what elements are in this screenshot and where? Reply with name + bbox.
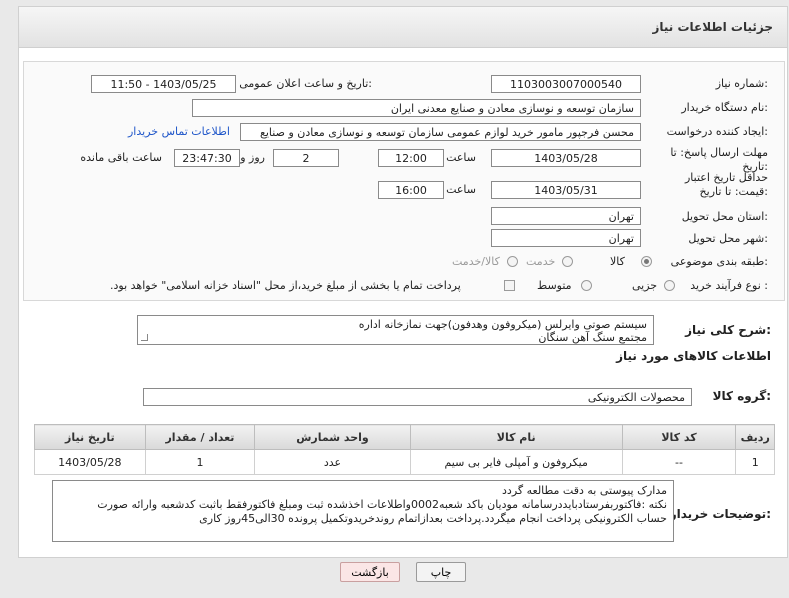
category-goods-label: کالا <box>610 255 625 268</box>
validity-time-label: ساعت <box>446 183 476 196</box>
buyer-notes-label: توضیحات خریدار: <box>669 507 771 521</box>
panel-header: جزئیات اطلاعات نیاز <box>19 7 787 48</box>
col-unit-header: واحد شمارش <box>254 424 411 450</box>
goods-name: میکروفون و آمپلی فایر بی سیم <box>409 449 623 475</box>
buyer-contact-link[interactable]: اطلاعات تماس خریدار <box>128 125 230 138</box>
category-service-label: خدمت <box>526 255 556 268</box>
col-date-header: تاریخ نیاز <box>34 424 146 450</box>
col-qty-header: تعداد / مقدار <box>144 424 256 450</box>
buyer-org-field: سازمان توسعه و نوسازی معادن و صنایع معدن… <box>192 99 641 117</box>
validity-date-field: 1403/05/31 <box>491 181 641 199</box>
col-code-header: کد کالا <box>621 424 737 450</box>
category-goods-service-radio[interactable] <box>507 256 518 267</box>
day-and-label: روز و <box>240 151 265 164</box>
goods-need-date: 1403/05/28 <box>34 449 146 475</box>
purchase-medium-radio[interactable] <box>581 280 592 291</box>
category-goods-radio[interactable] <box>641 256 652 267</box>
goods-info-title: اطلاعات کالاهای مورد نیاز <box>616 349 771 363</box>
goods-code: -- <box>621 449 737 475</box>
resize-handle-icon[interactable] <box>141 334 148 341</box>
announce-datetime-field: 1403/05/25 - 11:50 <box>91 75 236 93</box>
category-service-radio[interactable] <box>562 256 573 267</box>
need-info-form: شماره نیاز: 1103003007000540 تاریخ و ساع… <box>23 61 785 301</box>
col-name-header: نام کالا <box>409 424 623 450</box>
need-number-label: شماره نیاز: <box>715 77 768 90</box>
need-number-field: 1103003007000540 <box>491 75 641 93</box>
purchase-medium-label: متوسط <box>537 279 572 292</box>
category-goods-service-label: کالا/خدمت <box>452 255 500 268</box>
treasury-payment-checkbox[interactable] <box>504 280 515 291</box>
province-field: تهران <box>491 207 641 225</box>
col-row-header: ردیف <box>735 424 775 450</box>
goods-qty: 1 <box>144 449 256 475</box>
buyer-org-label: نام دستگاه خریدار: <box>681 101 768 114</box>
goods-table-header: ردیف کد کالا نام کالا واحد شمارش تعداد /… <box>34 424 775 450</box>
reply-time-field: 12:00 <box>378 149 444 167</box>
announce-datetime-label: تاریخ و ساعت اعلان عمومی: <box>239 77 372 90</box>
goods-group-field: محصولات الکترونیکی <box>143 388 692 406</box>
need-details-panel: جزئیات اطلاعات نیاز شماره نیاز: 11030030… <box>18 6 788 558</box>
reply-date-field: 1403/05/28 <box>491 149 641 167</box>
goods-group-label: گروه کالا: <box>712 389 771 403</box>
reply-days-field: 2 <box>273 149 339 167</box>
category-label: طبقه بندی موضوعی: <box>670 255 768 268</box>
remaining-time-field: 23:47:30 <box>174 149 240 167</box>
description-label: شرح کلی نیاز: <box>685 323 771 337</box>
print-button[interactable]: چاپ <box>416 562 466 582</box>
requester-field: محسن فرجپور مامور خرید لوازم عمومی سازما… <box>240 123 641 141</box>
goods-unit: عدد <box>254 449 411 475</box>
validity-time-field: 16:00 <box>378 181 444 199</box>
remaining-label: ساعت باقی مانده <box>80 151 162 164</box>
purchase-minor-label: جزیی <box>632 279 658 292</box>
note-line-1: مدارک پیوستی به دقت مطالعه گردد <box>502 484 667 497</box>
buyer-notes-box: مدارک پیوستی به دقت مطالعه گردد نکته :فا… <box>52 480 674 542</box>
back-button[interactable]: بازگشت <box>340 562 400 582</box>
description-line-1: سیستم صوتی وایرلس (میکروفون وهدفون)جهت ن… <box>358 318 647 331</box>
goods-table: ردیف کد کالا نام کالا واحد شمارش تعداد /… <box>34 424 775 475</box>
reply-deadline-label: مهلت ارسال پاسخ: تا تاریخ: <box>670 146 768 173</box>
purchase-type-label: نوع فرآیند خرید : <box>690 279 768 292</box>
requester-label: ایجاد کننده درخواست: <box>666 125 768 138</box>
city-field: تهران <box>491 229 641 247</box>
province-label: استان محل تحویل: <box>681 210 768 223</box>
note-line-3: حساب الکترونیکی پرداخت انجام میگردد.پردا… <box>199 512 667 525</box>
page-title: جزئیات اطلاعات نیاز <box>652 20 773 34</box>
treasury-payment-note: پرداخت تمام یا بخشی از مبلغ خرید،از محل … <box>110 279 461 292</box>
price-validity-label: حداقل تاریخ اعتبار قیمت: تا تاریخ: <box>684 171 768 198</box>
description-textarea: سیستم صوتی وایرلس (میکروفون وهدفون)جهت ن… <box>137 315 654 345</box>
note-line-2: نکته :فاکتوربفرستادبایددرسامانه مودیان ب… <box>97 498 667 511</box>
purchase-minor-radio[interactable] <box>664 280 675 291</box>
description-line-2: مجتمع سنگ آهن سنگان <box>538 331 647 344</box>
row-number: 1 <box>735 449 775 475</box>
reply-time-label: ساعت <box>446 151 476 164</box>
city-label: شهر محل تحویل: <box>688 232 768 245</box>
table-row[interactable]: 1 -- میکروفون و آمپلی فایر بی سیم عدد 1 … <box>34 449 775 475</box>
